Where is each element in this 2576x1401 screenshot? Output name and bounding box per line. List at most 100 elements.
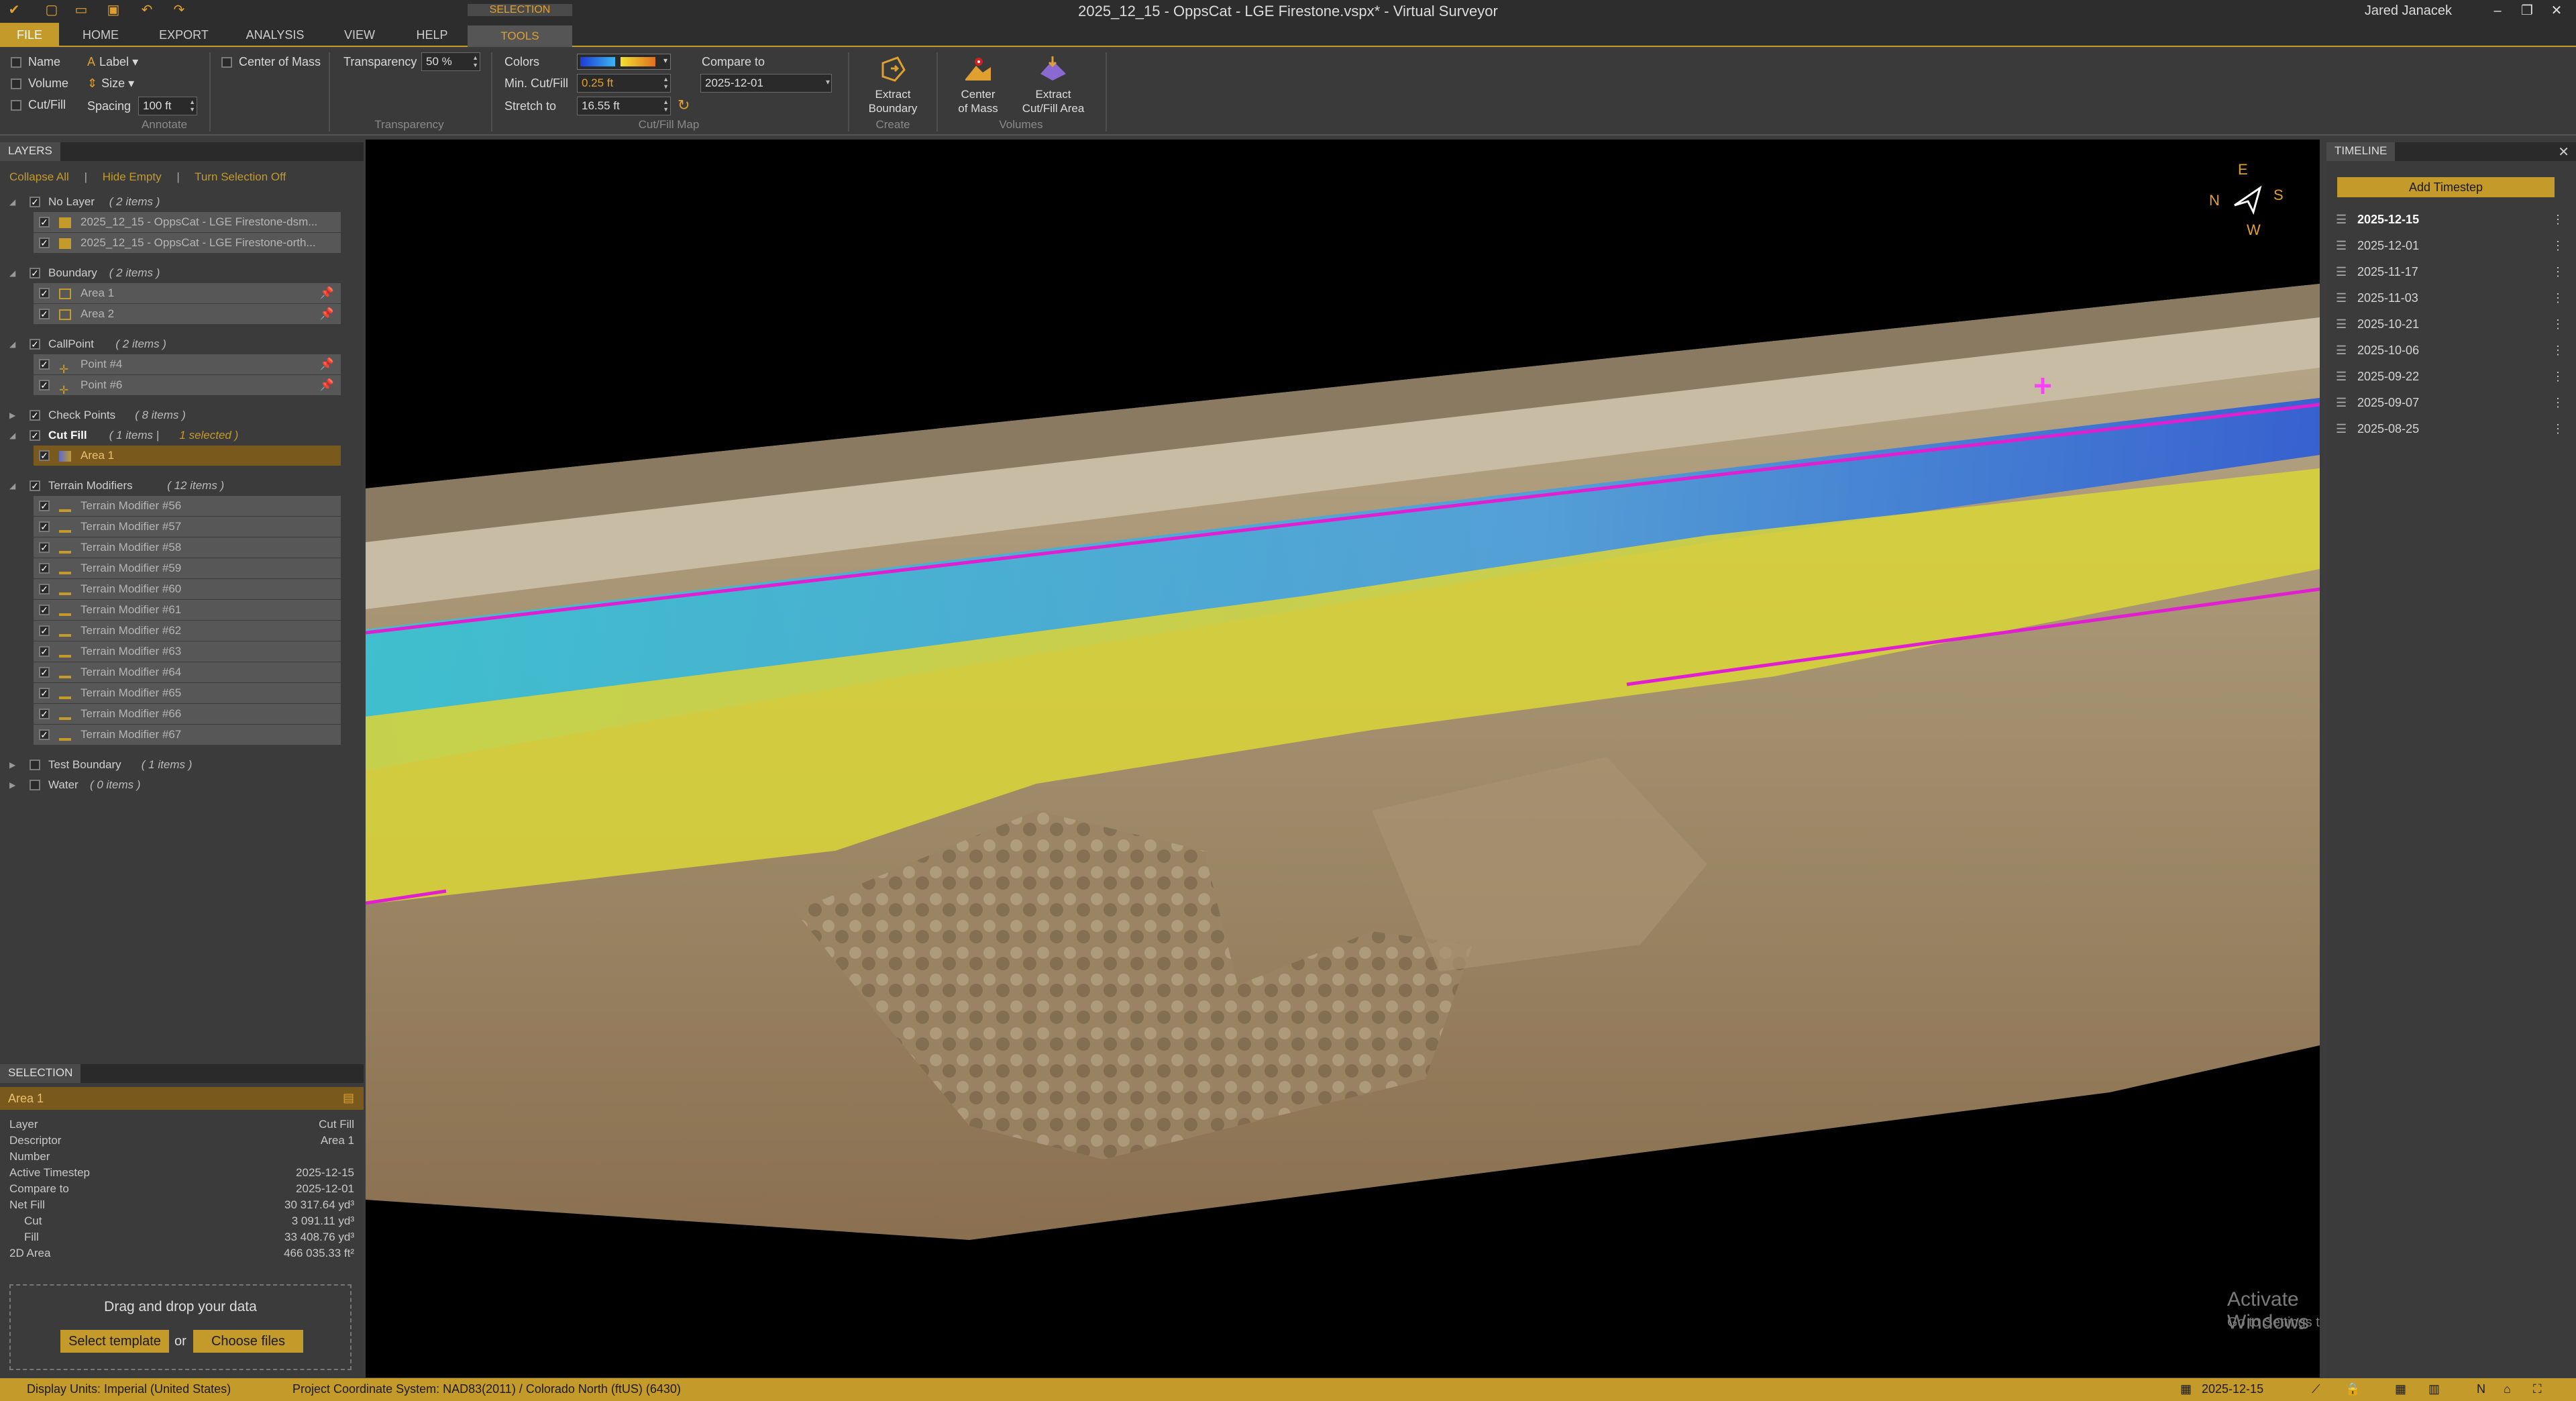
layer-item[interactable]: Area 2 📌 [34, 304, 341, 324]
layer-item[interactable]: Terrain Modifier #57 [34, 517, 341, 537]
drag-handle-icon[interactable]: ☰ [2336, 285, 2348, 311]
item-visibility-checkbox[interactable] [39, 309, 50, 319]
layer-item[interactable]: Terrain Modifier #59 [34, 558, 341, 578]
expand-down-icon[interactable]: ◢ [9, 263, 15, 283]
layer-group-test-boundary[interactable]: ▶ Test Boundary ( 1 items ) [0, 755, 356, 775]
layer-item[interactable]: Terrain Modifier #67 [34, 725, 341, 745]
item-visibility-checkbox[interactable] [39, 359, 50, 370]
expand-right-icon[interactable]: ▶ [9, 405, 15, 425]
drag-handle-icon[interactable]: ☰ [2336, 338, 2348, 363]
spin-arrows-icon[interactable]: ▲ ▼ [472, 54, 478, 69]
close-icon[interactable]: ✕ [2546, 1, 2567, 20]
layer-item[interactable]: Area 1 [34, 446, 341, 466]
more-options-icon[interactable]: ⋮ [2552, 338, 2564, 363]
layer-group-terrain-modifiers[interactable]: ◢ Terrain Modifiers ( 12 items ) [0, 476, 356, 496]
layer-item[interactable]: Terrain Modifier #66 [34, 704, 341, 724]
layer-visibility-checkbox[interactable] [30, 780, 40, 790]
layer-item[interactable]: ✛ Point #4 📌 [34, 354, 341, 376]
profile-icon[interactable]: ⟋ [2312, 1382, 2320, 1396]
item-visibility-checkbox[interactable] [39, 563, 50, 574]
volume-checkbox[interactable]: Volume [11, 76, 68, 91]
fullscreen-icon[interactable]: ⛶ [2533, 1382, 2542, 1396]
layer-item[interactable]: Terrain Modifier #58 [34, 537, 341, 558]
drag-handle-icon[interactable]: ☰ [2336, 207, 2348, 232]
timestep-row[interactable]: ☰ 2025-09-07 ⋮ [2336, 390, 2564, 415]
layer-visibility-checkbox[interactable] [30, 410, 40, 421]
item-visibility-checkbox[interactable] [39, 217, 50, 227]
item-visibility-checkbox[interactable] [39, 709, 50, 719]
spin-arrows-icon[interactable]: ▲ ▼ [663, 99, 669, 113]
item-visibility-checkbox[interactable] [39, 605, 50, 615]
label-dropdown[interactable]: A Label ▾ [87, 55, 138, 69]
grid-icon[interactable]: ▦ [2395, 1382, 2406, 1396]
pin-icon[interactable]: 📌 [320, 304, 334, 324]
expand-right-icon[interactable]: ▶ [9, 775, 15, 795]
extract-boundary-button[interactable]: Extract Boundary [856, 54, 930, 115]
timestep-row[interactable]: ☰ 2025-11-17 ⋮ [2336, 259, 2564, 284]
name-checkbox[interactable]: Name [11, 55, 60, 69]
close-icon[interactable]: ✕ [2558, 144, 2569, 160]
layer-item[interactable]: 2025_12_15 - OppsCat - LGE Firestone-ort… [34, 233, 341, 253]
select-template-button[interactable]: Select template [60, 1330, 169, 1353]
collapse-all-link[interactable]: Collapse All [9, 170, 69, 183]
tab-tools[interactable]: TOOLS [468, 25, 572, 47]
extract-cutfill-area-button[interactable]: Extract Cut/Fill Area [1013, 54, 1093, 115]
layer-group-check-points[interactable]: ▶ Check Points ( 8 items ) [0, 405, 356, 425]
drag-handle-icon[interactable]: ☰ [2336, 364, 2348, 389]
layer-item[interactable]: ✛ Point #6 📌 [34, 375, 341, 397]
pin-icon[interactable]: 📌 [320, 354, 334, 374]
more-options-icon[interactable]: ⋮ [2552, 364, 2564, 389]
item-visibility-checkbox[interactable] [39, 288, 50, 299]
item-visibility-checkbox[interactable] [39, 380, 50, 391]
item-visibility-checkbox[interactable] [39, 238, 50, 248]
item-visibility-checkbox[interactable] [39, 667, 50, 678]
spin-arrows-icon[interactable]: ▲ ▼ [189, 99, 195, 113]
hide-empty-link[interactable]: Hide Empty [103, 170, 162, 183]
item-visibility-checkbox[interactable] [39, 729, 50, 740]
more-options-icon[interactable]: ⋮ [2552, 259, 2564, 284]
refresh-icon[interactable]: ↻ [678, 97, 690, 114]
tab-export[interactable]: EXPORT [153, 23, 215, 47]
layer-visibility-checkbox[interactable] [30, 480, 40, 491]
status-date[interactable]: 2025-12-15 [2202, 1382, 2263, 1396]
timestep-row[interactable]: ☰ 2025-10-06 ⋮ [2336, 338, 2564, 363]
layer-group-no-layer[interactable]: ◢ No Layer ( 2 items ) [0, 192, 356, 212]
more-options-icon[interactable]: ⋮ [2552, 390, 2564, 415]
timestep-row[interactable]: ☰ 2025-09-22 ⋮ [2336, 364, 2564, 389]
expand-down-icon[interactable]: ◢ [9, 192, 15, 212]
stretch-input[interactable]: 16.55 ft ▲ ▼ [577, 97, 671, 115]
layer-group-callpoint[interactable]: ◢ CallPoint ( 2 items ) [0, 334, 356, 354]
layer-item[interactable]: Terrain Modifier #62 [34, 621, 341, 641]
layer-visibility-checkbox[interactable] [30, 760, 40, 770]
layer-item[interactable]: Terrain Modifier #64 [34, 662, 341, 682]
tab-help[interactable]: HELP [408, 23, 456, 47]
layer-item[interactable]: Area 1 📌 [34, 283, 341, 303]
lock-icon[interactable]: 🔒 [2345, 1382, 2360, 1396]
spin-arrows-icon[interactable]: ▲ ▼ [663, 76, 669, 91]
more-options-icon[interactable]: ⋮ [2552, 285, 2564, 311]
layer-group-boundary[interactable]: ◢ Boundary ( 2 items ) [0, 263, 356, 283]
expand-right-icon[interactable]: ▶ [9, 755, 15, 775]
expand-down-icon[interactable]: ◢ [9, 425, 15, 446]
expand-down-icon[interactable]: ◢ [9, 334, 15, 354]
timestep-row[interactable]: ☰ 2025-12-01 ⋮ [2336, 233, 2564, 258]
spacing-input[interactable]: 100 ft ▲ ▼ [138, 97, 197, 115]
timestep-row[interactable]: ☰ 2025-08-25 ⋮ [2336, 416, 2564, 442]
drag-handle-icon[interactable]: ☰ [2336, 259, 2348, 284]
home-icon[interactable]: ⌂ [2504, 1382, 2511, 1396]
choose-files-button[interactable]: Choose files [193, 1330, 303, 1353]
drag-handle-icon[interactable]: ☰ [2336, 416, 2348, 442]
item-visibility-checkbox[interactable] [39, 450, 50, 461]
item-visibility-checkbox[interactable] [39, 584, 50, 594]
item-visibility-checkbox[interactable] [39, 542, 50, 553]
add-timestep-button[interactable]: Add Timestep [2337, 177, 2555, 197]
cutfill-checkbox[interactable]: Cut/Fill [11, 98, 66, 112]
layer-item[interactable]: Terrain Modifier #63 [34, 641, 341, 662]
restore-icon[interactable]: ❐ [2517, 1, 2537, 20]
min-cutfill-input[interactable]: 0.25 ft ▲ ▼ [577, 74, 671, 93]
drag-handle-icon[interactable]: ☰ [2336, 311, 2348, 337]
more-options-icon[interactable]: ⋮ [2552, 207, 2564, 232]
tab-view[interactable]: VIEW [335, 23, 384, 47]
layer-visibility-checkbox[interactable] [30, 268, 40, 278]
item-visibility-checkbox[interactable] [39, 625, 50, 636]
